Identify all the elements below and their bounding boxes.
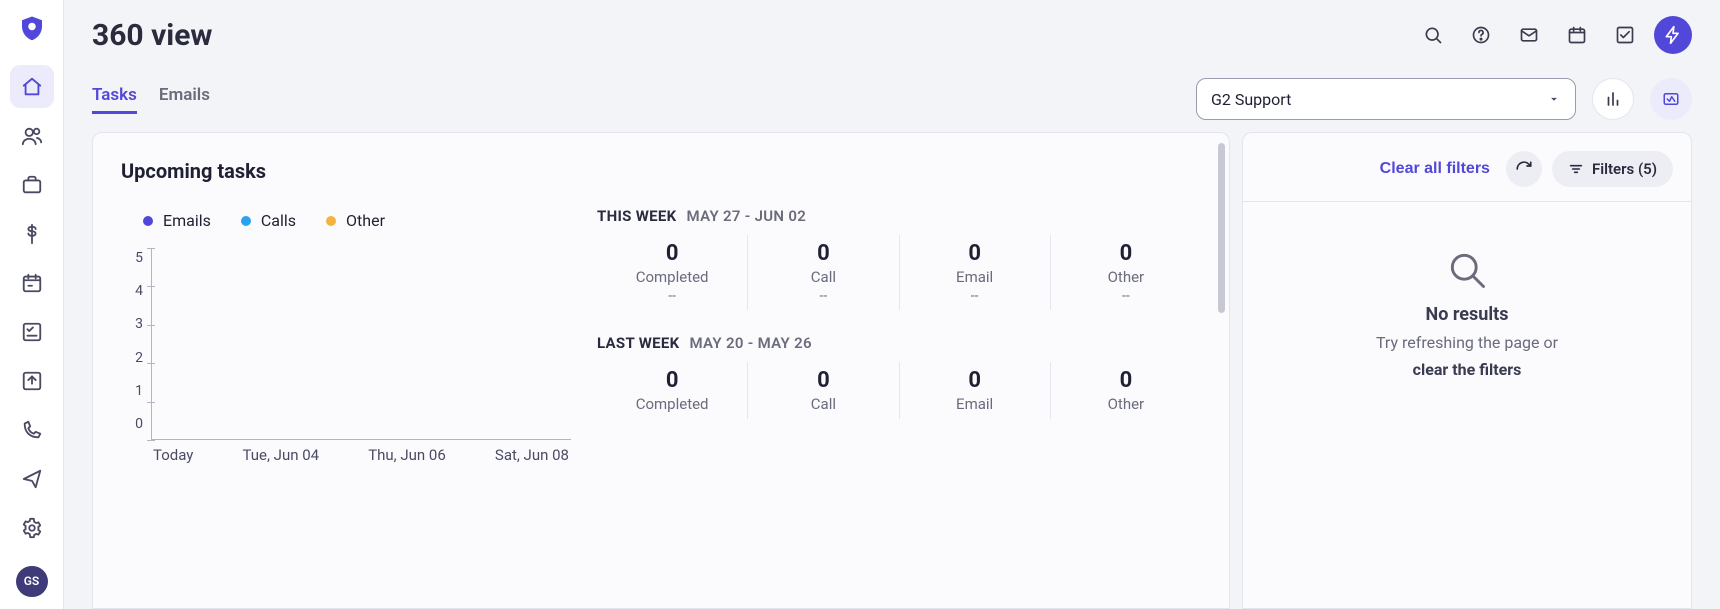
bolt-icon bbox=[1663, 25, 1683, 45]
people-icon bbox=[21, 125, 43, 147]
clear-filters-button[interactable]: Clear all filters bbox=[1374, 159, 1496, 179]
filters-button[interactable]: Filters (5) bbox=[1552, 151, 1673, 187]
phone-icon bbox=[21, 419, 43, 441]
refresh-button[interactable] bbox=[1506, 151, 1542, 187]
home-icon bbox=[21, 76, 43, 98]
user-avatar[interactable]: GS bbox=[16, 566, 48, 597]
nav-dollar[interactable] bbox=[10, 212, 54, 255]
this-week-label: THIS WEEK MAY 27 - JUN 02 bbox=[597, 207, 1201, 225]
topbar: 360 view bbox=[64, 0, 1720, 54]
legend-calls: Calls bbox=[241, 211, 296, 230]
dot-icon bbox=[326, 216, 336, 226]
mail-button[interactable] bbox=[1510, 16, 1548, 54]
chart-legend: Emails Calls Other bbox=[143, 211, 571, 230]
no-results-title: No results bbox=[1426, 304, 1509, 325]
nav-checklist[interactable] bbox=[10, 311, 54, 354]
stat-other: 0 Other -- bbox=[1051, 235, 1201, 310]
tabs: Tasks Emails bbox=[92, 85, 210, 114]
chart-toggle-button[interactable] bbox=[1592, 78, 1634, 120]
calendar-button[interactable] bbox=[1558, 16, 1596, 54]
stat-call: 0 Call -- bbox=[748, 235, 899, 310]
gear-icon bbox=[21, 517, 43, 539]
search-button[interactable] bbox=[1414, 16, 1452, 54]
no-results-line: Try refreshing the page or bbox=[1376, 333, 1558, 352]
stat-other: 0 Other bbox=[1051, 362, 1201, 419]
legend-calls-label: Calls bbox=[261, 211, 296, 230]
nav-phone[interactable] bbox=[10, 409, 54, 452]
bar-chart-icon bbox=[1604, 90, 1622, 108]
tab-emails[interactable]: Emails bbox=[159, 85, 210, 114]
help-button[interactable] bbox=[1462, 16, 1500, 54]
nav-settings[interactable] bbox=[10, 507, 54, 550]
dot-icon bbox=[241, 216, 251, 226]
chart-yaxis: 5 4 3 2 1 0 bbox=[121, 248, 151, 454]
nav-send[interactable] bbox=[10, 458, 54, 501]
stat-email: 0 Email bbox=[900, 362, 1051, 419]
no-results: No results Try refreshing the page or cl… bbox=[1243, 202, 1691, 425]
activity-toggle-button[interactable] bbox=[1650, 78, 1692, 120]
stat-completed: 0 Completed -- bbox=[597, 235, 748, 310]
search-large-icon bbox=[1445, 248, 1489, 292]
nav-briefcase[interactable] bbox=[10, 163, 54, 206]
briefcase-icon bbox=[21, 174, 43, 196]
stat-completed: 0 Completed bbox=[597, 362, 748, 419]
outbox-icon bbox=[21, 370, 43, 392]
nav-people[interactable] bbox=[10, 114, 54, 157]
legend-other-label: Other bbox=[346, 211, 385, 230]
task-icon bbox=[1615, 25, 1635, 45]
nav-home[interactable] bbox=[10, 65, 54, 108]
filters-button-label: Filters (5) bbox=[1592, 160, 1657, 178]
tab-tasks[interactable]: Tasks bbox=[92, 85, 137, 114]
clear-filters-link[interactable]: clear the filters bbox=[1413, 360, 1522, 379]
help-icon bbox=[1471, 25, 1491, 45]
dollar-icon bbox=[21, 223, 43, 245]
chevron-down-icon bbox=[1547, 92, 1561, 106]
quick-action-button[interactable] bbox=[1654, 16, 1692, 54]
app-logo bbox=[15, 12, 49, 45]
search-icon bbox=[1423, 25, 1443, 45]
chart-xaxis: Today Tue, Jun 04 Thu, Jun 06 Sat, Jun 0… bbox=[151, 446, 571, 468]
stat-call: 0 Call bbox=[748, 362, 899, 419]
calendar-top-icon bbox=[1567, 25, 1587, 45]
last-week-label: LAST WEEK MAY 20 - MAY 26 bbox=[597, 334, 1201, 352]
last-week-stats: 0 Completed 0 Call 0 Email bbox=[597, 362, 1201, 419]
upcoming-title: Upcoming tasks bbox=[121, 159, 1201, 183]
filters-panel: Clear all filters Filters (5) No results… bbox=[1242, 132, 1692, 609]
sidebar: GS bbox=[0, 0, 64, 609]
send-icon bbox=[21, 468, 43, 490]
tasks-button[interactable] bbox=[1606, 16, 1644, 54]
calendar-icon bbox=[21, 272, 43, 294]
legend-emails: Emails bbox=[143, 211, 211, 230]
page-title: 360 view bbox=[92, 18, 1400, 53]
checklist-icon bbox=[21, 321, 43, 343]
upcoming-tasks-panel: Upcoming tasks Emails Calls bbox=[92, 132, 1230, 609]
stat-email: 0 Email -- bbox=[900, 235, 1051, 310]
mail-icon bbox=[1519, 25, 1539, 45]
team-select[interactable]: G2 Support bbox=[1196, 78, 1576, 120]
filter-icon bbox=[1568, 161, 1584, 177]
legend-emails-label: Emails bbox=[163, 211, 211, 230]
chart: 5 4 3 2 1 0 bbox=[121, 248, 571, 468]
nav-calendar[interactable] bbox=[10, 261, 54, 304]
legend-other: Other bbox=[326, 211, 385, 230]
refresh-icon bbox=[1515, 160, 1533, 178]
activity-icon bbox=[1662, 90, 1680, 108]
scrollbar[interactable] bbox=[1218, 143, 1225, 313]
this-week-stats: 0 Completed -- 0 Call -- bbox=[597, 235, 1201, 310]
team-select-value: G2 Support bbox=[1211, 90, 1291, 109]
main: 360 view bbox=[64, 0, 1720, 609]
dot-icon bbox=[143, 216, 153, 226]
nav-outbox[interactable] bbox=[10, 360, 54, 403]
